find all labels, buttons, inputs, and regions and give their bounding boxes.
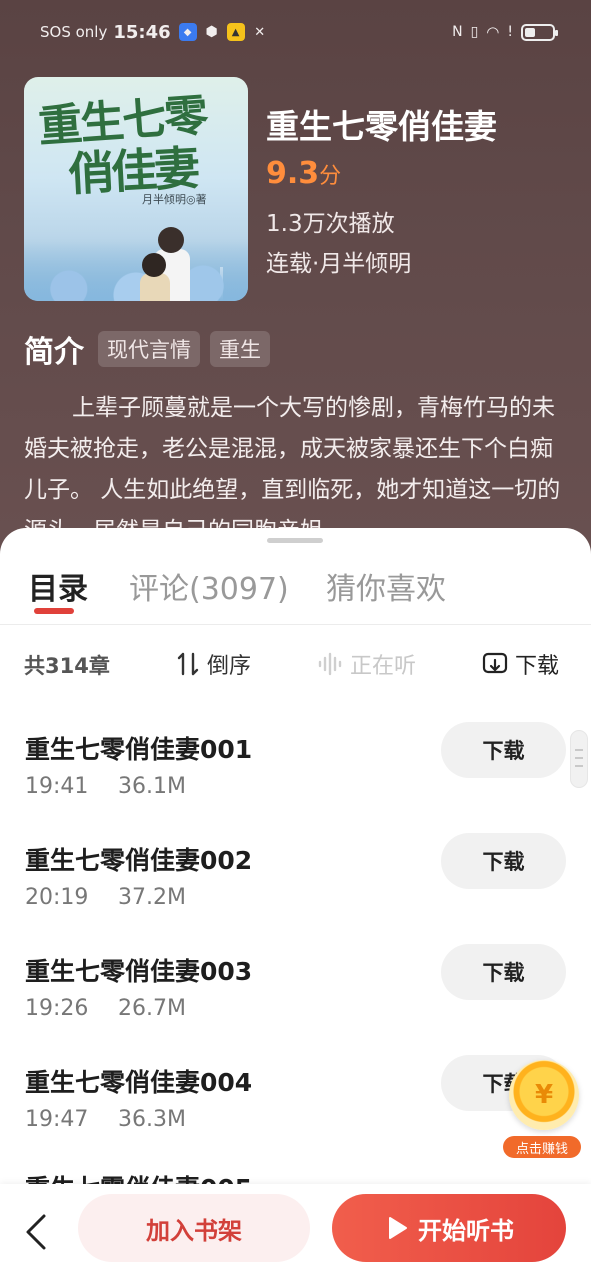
sound-wave-icon: [318, 652, 342, 676]
back-arrow-icon[interactable]: [22, 1212, 52, 1252]
batch-download-button[interactable]: 下载: [481, 648, 559, 680]
sort-button[interactable]: 倒序: [175, 648, 251, 680]
chapter-duration: 19:41: [25, 774, 89, 799]
chapter-row[interactable]: 重生七零俏佳妻002 20:19 37.2M 下载: [0, 833, 591, 952]
now-playing-button[interactable]: 正在听: [316, 648, 416, 680]
nfc-icon: N: [452, 24, 463, 40]
chapter-row[interactable]: 重生七零俏佳妻001 19:41 36.1M 下载: [0, 722, 591, 841]
book-header: SOS only 15:46 ◆ ⬢ ▲ ✕ N ▯ ◠ ! 重生七零 俏佳妻 …: [0, 0, 591, 600]
security-icon: ⬢: [205, 24, 218, 40]
no-sim-icon: !: [507, 24, 513, 40]
intro-header: 简介 现代言情 重生: [24, 327, 280, 371]
play-count: 1.3万次播放: [266, 211, 395, 237]
chapter-size: 26.7M: [118, 996, 186, 1021]
status-bar: SOS only 15:46 ◆ ⬢ ▲ ✕ N ▯ ◠ !: [0, 0, 591, 64]
batch-download-label: 下载: [515, 654, 560, 679]
download-icon: [482, 652, 508, 674]
book-meta[interactable]: 连载·月半倾明: [266, 244, 411, 278]
earn-money-label: 点击赚钱: [503, 1136, 581, 1158]
chapter-download-button[interactable]: 下载: [441, 944, 566, 1000]
tab-bar: 目录 评论(3097) 猜你喜欢: [0, 564, 591, 624]
tag-rebirth[interactable]: 重生: [210, 331, 270, 367]
start-listening-button[interactable]: 开始听书: [332, 1194, 566, 1262]
chapter-size: 37.2M: [118, 885, 186, 910]
chapter-size: 36.3M: [118, 1107, 186, 1132]
drag-handle[interactable]: [267, 538, 323, 543]
chapter-title: 重生七零俏佳妻003: [25, 957, 253, 986]
sort-label: 倒序: [207, 654, 252, 679]
chapter-title: 重生七零俏佳妻004: [25, 1068, 253, 1097]
score-value: 9.3: [266, 156, 320, 191]
catalog-sheet: 目录 评论(3097) 猜你喜欢 共314章 倒序 正在听 下载 重生七零俏佳妻…: [0, 528, 591, 1280]
divider: [0, 624, 591, 625]
book-score: 9.3分: [266, 156, 341, 191]
chapter-title: 重生七零俏佳妻001: [25, 735, 253, 764]
sort-icon: [177, 652, 199, 676]
tab-recommend[interactable]: 猜你喜欢: [326, 564, 446, 608]
chapter-title: 重生七零俏佳妻002: [25, 846, 253, 875]
flowers-illustration: [24, 241, 248, 301]
tab-comments[interactable]: 评论(3097): [129, 564, 289, 608]
tab-catalog[interactable]: 目录: [28, 564, 88, 608]
chapter-download-button[interactable]: 下载: [441, 722, 566, 778]
couple-illustration: [140, 227, 204, 301]
chapter-count: 共314章: [24, 654, 110, 678]
play-icon: [389, 1217, 407, 1239]
intro-text[interactable]: 上辈子顾蔓就是一个大写的惨剧，青梅竹马的未婚夫被抢走，老公是混混，成天被家暴还生…: [24, 388, 572, 528]
score-unit: 分: [319, 164, 342, 189]
battery-icon: [521, 23, 558, 41]
book-cover[interactable]: 重生七零 俏佳妻 月半倾明◎著: [24, 77, 248, 301]
app-notification-icon: ▲: [226, 23, 245, 41]
chapter-duration: 20:19: [25, 885, 89, 910]
tag-romance[interactable]: 现代言情: [98, 331, 200, 367]
chapter-duration: 19:47: [25, 1107, 89, 1132]
chapter-duration: 19:26: [25, 996, 89, 1021]
now-playing-label: 正在听: [350, 654, 417, 679]
bottom-action-bar: 加入书架 开始听书: [0, 1184, 591, 1280]
intro-label: 简介: [24, 335, 84, 370]
carrier-text: SOS only: [40, 23, 108, 41]
shield-app-icon: ◆: [178, 23, 197, 41]
chapter-download-button[interactable]: 下载: [441, 833, 566, 889]
link-icon: ✕: [254, 24, 266, 40]
vibrate-icon: ▯: [470, 24, 479, 40]
cover-author: 月半倾明◎著: [142, 193, 207, 206]
active-tab-indicator: [34, 608, 74, 614]
catalog-toolbar: 共314章 倒序 正在听 下载: [0, 644, 591, 684]
chapter-row[interactable]: 重生七零俏佳妻003 19:26 26.7M 下载: [0, 944, 591, 1063]
coin-icon: ¥: [509, 1060, 579, 1130]
chapter-size: 36.1M: [118, 774, 186, 799]
clock: 15:46: [113, 21, 171, 43]
book-title: 重生七零俏佳妻: [266, 107, 497, 146]
add-to-shelf-button[interactable]: 加入书架: [78, 1194, 310, 1262]
wifi-icon: ◠: [486, 23, 500, 41]
start-listening-label: 开始听书: [418, 1216, 514, 1245]
scrollbar-thumb[interactable]: [570, 730, 588, 788]
earn-money-widget[interactable]: ¥ 点击赚钱: [503, 1060, 581, 1164]
